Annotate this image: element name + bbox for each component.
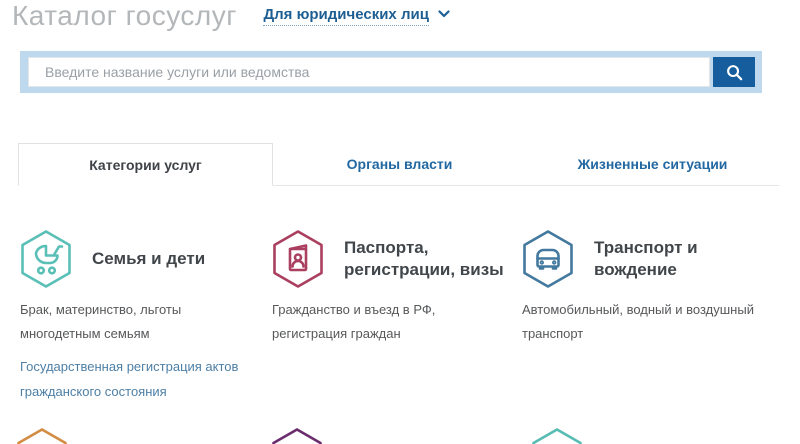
category-description: Автомобильный, водный и воздушный трансп… — [522, 298, 754, 346]
car-icon — [522, 230, 574, 288]
audience-selector-label[interactable]: Для юридических лиц — [263, 6, 428, 26]
tab-life-situations[interactable]: Жизненные ситуации — [526, 143, 779, 186]
category-card-family[interactable]: Семья и дети Брак, материнство, льготы м… — [20, 230, 272, 404]
category-title[interactable]: Транспорт и вождение — [594, 237, 780, 281]
hexagon-icon — [271, 428, 323, 444]
hexagon-icon — [531, 428, 583, 444]
page-title: Каталог госуслуг — [12, 0, 237, 32]
category-description: Гражданство и въезд в РФ, регистрация гр… — [272, 298, 504, 346]
card-head: Транспорт и вождение — [522, 230, 780, 288]
category-title[interactable]: Паспорта, регистрации, визы — [344, 237, 519, 281]
category-description: Брак, материнство, льготы многодетным се… — [20, 298, 252, 346]
chevron-down-icon — [438, 10, 450, 18]
search-input[interactable] — [28, 57, 710, 87]
category-sublink[interactable]: Государственная регистрация актов гражда… — [20, 354, 245, 404]
category-card-transport[interactable]: Транспорт и вождение Автомобильный, водн… — [522, 230, 780, 404]
hexagon-icon — [16, 428, 68, 444]
tab-authorities[interactable]: Органы власти — [273, 143, 526, 186]
page-header: Каталог госуслуг Для юридических лиц — [12, 0, 788, 36]
category-grid: Семья и дети Брак, материнство, льготы м… — [20, 230, 780, 404]
card-head: Семья и дети — [20, 230, 272, 288]
stroller-icon — [20, 230, 72, 288]
category-card-passports[interactable]: Паспорта, регистрации, визы Гражданство … — [272, 230, 522, 404]
search-icon — [725, 63, 744, 82]
audience-selector[interactable]: Для юридических лиц — [263, 6, 450, 23]
catalog-page: { "header": { "title": "Каталог госуслуг… — [0, 0, 800, 444]
tab-bar: Категории услуг Органы власти Жизненные … — [18, 143, 779, 186]
tab-service-categories[interactable]: Категории услуг — [18, 143, 273, 186]
search-button[interactable] — [713, 57, 755, 87]
passport-icon — [272, 230, 324, 288]
category-title[interactable]: Семья и дети — [92, 248, 205, 270]
search-bar — [20, 51, 762, 93]
card-head: Паспорта, регистрации, визы — [272, 230, 522, 288]
